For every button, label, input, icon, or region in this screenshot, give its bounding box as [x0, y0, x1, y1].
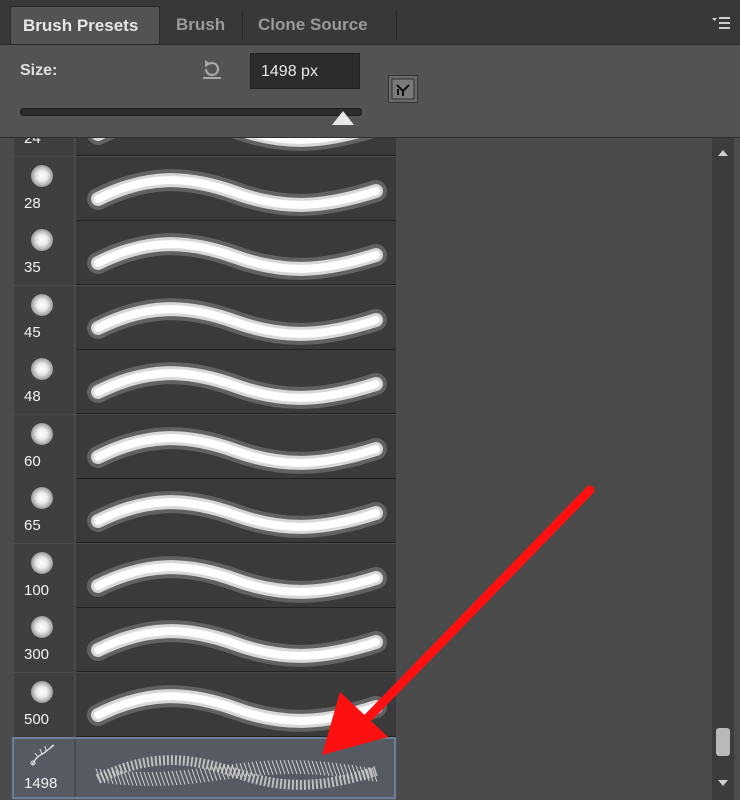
brush-tip-icon [31, 551, 53, 574]
preset-thumbnail: 35 [14, 221, 74, 285]
brush-size-label: 28 [24, 194, 41, 212]
size-input[interactable]: 1498 px [250, 53, 360, 89]
brush-size-label: 100 [24, 581, 50, 599]
tab-divider [242, 10, 243, 40]
preset-thumbnail: 45 [14, 285, 74, 350]
brush-tip-icon [31, 229, 53, 251]
size-slider-track[interactable] [20, 108, 362, 116]
stroke-preview [76, 543, 396, 608]
stroke-preview [76, 350, 396, 414]
stroke-preview [76, 285, 396, 350]
preset-row[interactable]: 48 [14, 350, 398, 414]
brush-size-label: 24 [24, 138, 41, 147]
preset-list-area: 24 28 35 45 48 60 65 100 300 500 1498 [0, 138, 740, 800]
brush-tip-icon [31, 487, 53, 509]
stroke-preview [76, 138, 396, 156]
stroke-preview [76, 479, 396, 543]
brush-presets-panel: Brush Presets Brush Clone Source Size: 1… [0, 0, 740, 800]
preset-row[interactable]: 60 [14, 414, 398, 479]
brush-tip-icon [31, 164, 53, 187]
reset-size-icon[interactable] [200, 57, 224, 81]
size-slider-thumb[interactable] [332, 111, 354, 125]
tab-brush[interactable]: Brush [164, 6, 240, 44]
preset-list: 24 28 35 45 48 60 65 100 300 500 1498 [12, 138, 398, 800]
preset-row[interactable]: 35 [14, 221, 398, 285]
brush-size-label: 60 [24, 452, 41, 470]
preset-row[interactable]: 28 [14, 156, 398, 221]
brush-size-label: 45 [24, 323, 41, 341]
preset-thumbnail: 65 [14, 479, 74, 543]
brush-size-label: 35 [24, 259, 41, 276]
preset-row[interactable]: 100 [14, 543, 398, 608]
brush-size-label: 1498 [24, 775, 58, 792]
stroke-preview [76, 737, 396, 800]
stroke-preview [76, 156, 396, 221]
preset-thumbnail: 28 [14, 156, 74, 221]
tab-divider [396, 10, 397, 40]
stroke-preview [76, 608, 396, 672]
stroke-preview [76, 221, 396, 285]
preset-thumbnail: 500 [14, 672, 74, 737]
preset-row[interactable]: 24 [14, 138, 398, 156]
brush-size-label: 65 [24, 517, 41, 534]
scroll-up-icon[interactable] [718, 150, 728, 156]
size-controls: Size: 1498 px [0, 45, 740, 138]
stroke-preview [76, 672, 396, 737]
brush-size-label: 500 [24, 710, 50, 728]
new-preset-icon [391, 78, 415, 100]
brush-tip-icon [31, 616, 53, 638]
preset-row[interactable]: 45 [14, 285, 398, 350]
brush-tip-icon [31, 358, 53, 380]
brush-size-label: 48 [24, 388, 41, 405]
stroke-preview [76, 414, 396, 479]
panel-tab-bar: Brush Presets Brush Clone Source [0, 0, 740, 45]
preset-row[interactable]: 65 [14, 479, 398, 543]
scroll-thumb[interactable] [716, 728, 730, 756]
scattered-brush-tip-icon [30, 744, 55, 766]
brush-size-label: 300 [24, 646, 50, 663]
brush-tip-icon [31, 680, 53, 703]
preset-thumbnail: 300 [14, 608, 74, 672]
preset-row[interactable]: 500 [14, 672, 398, 737]
new-preset-button[interactable] [388, 75, 418, 103]
preset-row[interactable]: 1498 [12, 737, 398, 800]
tab-brush-presets[interactable]: Brush Presets [10, 6, 160, 44]
brush-tip-icon [31, 422, 53, 445]
preset-thumbnail: 100 [14, 543, 74, 608]
preset-thumbnail: 24 [14, 138, 74, 156]
scroll-down-icon[interactable] [718, 780, 728, 786]
preset-thumbnail: 48 [14, 350, 74, 414]
preset-thumbnail: 60 [14, 414, 74, 479]
panel-menu-icon[interactable] [712, 16, 730, 29]
preset-thumbnail: 1498 [14, 737, 74, 800]
preset-row[interactable]: 300 [14, 608, 398, 672]
size-label: Size: [20, 62, 58, 79]
scrollbar[interactable] [712, 138, 734, 800]
tab-clone-source[interactable]: Clone Source [246, 6, 396, 44]
brush-tip-icon [31, 293, 53, 316]
